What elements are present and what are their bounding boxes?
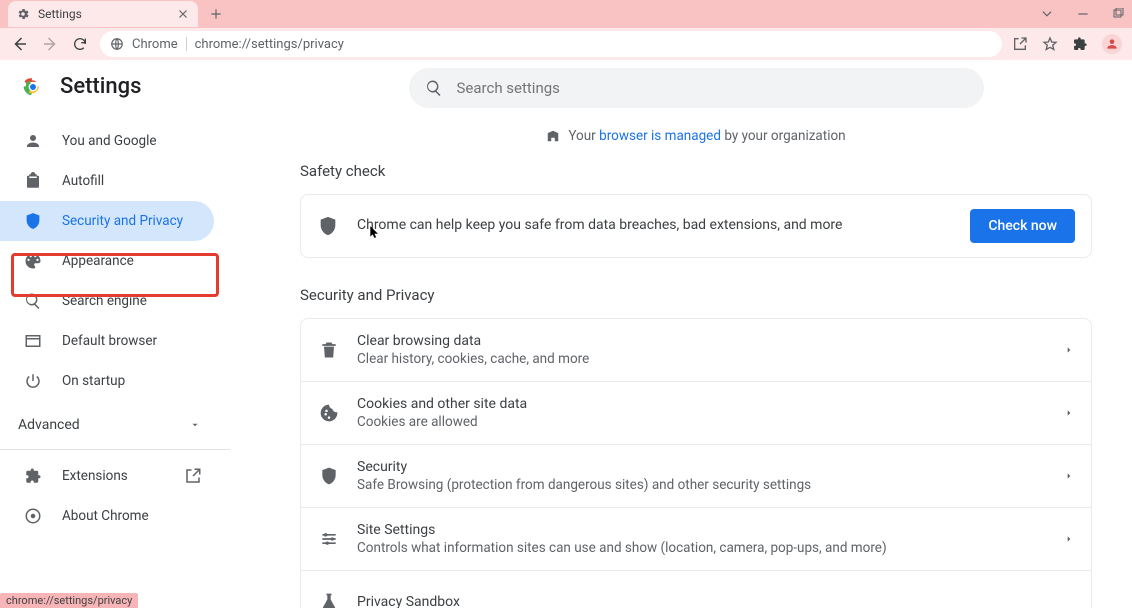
new-tab-button[interactable]: [204, 2, 228, 26]
row-sub: Controls what information sites can use …: [357, 540, 1047, 556]
sidebar-item-label: Autofill: [62, 173, 104, 189]
sidebar-item-appearance[interactable]: Appearance: [0, 241, 214, 281]
minimize-icon[interactable]: [1076, 7, 1090, 21]
page-title: Settings: [60, 74, 141, 99]
search-icon: [24, 292, 42, 310]
safety-check-card: Chrome can help keep you safe from data …: [300, 194, 1092, 258]
sidebar-item-search-engine[interactable]: Search engine: [0, 281, 214, 321]
advanced-toggle[interactable]: Advanced: [0, 401, 230, 443]
puzzle-icon[interactable]: [1072, 36, 1088, 52]
open-in-new-icon: [184, 467, 202, 485]
row-site-settings[interactable]: Site Settings Controls what information …: [301, 507, 1091, 570]
chevron-down-icon[interactable]: [1040, 7, 1054, 21]
row-sub: Clear history, cookies, cache, and more: [357, 351, 1047, 367]
trash-icon: [319, 340, 339, 360]
person-icon: [24, 132, 42, 150]
sidebar-item-label: You and Google: [62, 133, 157, 149]
privacy-list: Clear browsing data Clear history, cooki…: [300, 318, 1092, 608]
arrow-left-icon: [11, 35, 29, 53]
chevron-right-icon: [1065, 407, 1073, 419]
sidebar-item-on-startup[interactable]: On startup: [0, 361, 214, 401]
search-settings[interactable]: [409, 68, 984, 108]
flask-icon: [319, 592, 339, 608]
cookie-icon: [319, 403, 339, 423]
row-title: Site Settings: [357, 522, 1047, 538]
row-title: Cookies and other site data: [357, 396, 1047, 412]
browser-tab[interactable]: Settings: [8, 1, 198, 27]
row-title: Clear browsing data: [357, 333, 1047, 349]
sidebar-item-extensions[interactable]: Extensions: [0, 456, 214, 496]
sidebar-item-label: Appearance: [62, 253, 134, 269]
sidebar-item-label: Security and Privacy: [62, 213, 183, 229]
clipboard-icon: [24, 172, 42, 190]
row-title: Security: [357, 459, 1047, 475]
sidebar-item-security-and-privacy[interactable]: Security and Privacy: [0, 201, 214, 241]
arrow-right-icon: [41, 35, 59, 53]
sidebar-item-label: Search engine: [62, 293, 147, 309]
palette-icon: [24, 252, 42, 270]
sidebar-item-label: Default browser: [62, 333, 157, 349]
caret-down-icon: [190, 420, 200, 430]
puzzle-icon: [24, 467, 42, 485]
section-heading-safety: Safety check: [300, 162, 1092, 180]
power-icon: [24, 372, 42, 390]
window-icon: [24, 332, 42, 350]
sidebar-item-about-chrome[interactable]: About Chrome: [0, 496, 214, 536]
safety-check-text: Chrome can help keep you safe from data …: [357, 216, 952, 236]
status-strip: chrome://settings/privacy: [0, 593, 138, 608]
row-privacy-sandbox[interactable]: Privacy Sandbox: [301, 570, 1091, 608]
globe-icon: [110, 37, 124, 51]
sidebar-item-label: About Chrome: [62, 508, 149, 524]
shield-check-icon: [317, 215, 339, 237]
row-clear-browsing-data[interactable]: Clear browsing data Clear history, cooki…: [301, 319, 1091, 381]
row-sub: Cookies are allowed: [357, 414, 1047, 430]
share-icon[interactable]: [1012, 36, 1028, 52]
reload-icon: [72, 36, 88, 52]
address-chip: Chrome: [132, 37, 178, 52]
chrome-small-icon: [24, 507, 42, 525]
sidebar-item-label: On startup: [62, 373, 125, 389]
managed-link[interactable]: browser is managed: [599, 128, 721, 144]
tab-title: Settings: [38, 7, 82, 21]
shield-icon: [24, 212, 42, 230]
advanced-label: Advanced: [18, 417, 80, 433]
address-url: chrome://settings/privacy: [195, 37, 344, 52]
section-heading-privacy: Security and Privacy: [300, 286, 1092, 304]
close-icon[interactable]: [176, 7, 190, 21]
sliders-icon: [319, 529, 339, 549]
maximize-icon[interactable]: [1112, 8, 1124, 20]
star-icon[interactable]: [1042, 36, 1058, 52]
plus-icon: [209, 7, 223, 21]
sidebar-item-label: Extensions: [62, 468, 128, 484]
row-title: Privacy Sandbox: [357, 594, 1073, 608]
row-cookies[interactable]: Cookies and other site data Cookies are …: [301, 381, 1091, 444]
avatar[interactable]: [1102, 34, 1122, 54]
row-security[interactable]: Security Safe Browsing (protection from …: [301, 444, 1091, 507]
brand: Settings: [0, 74, 230, 99]
chevron-right-icon: [1065, 470, 1073, 482]
chrome-icon: [22, 76, 44, 98]
check-now-button[interactable]: Check now: [970, 209, 1075, 243]
address-bar[interactable]: Chrome chrome://settings/privacy: [100, 31, 1002, 57]
sidebar-item-default-browser[interactable]: Default browser: [0, 321, 214, 361]
managed-notice: Your browser is managed by your organiza…: [300, 128, 1092, 144]
building-icon: [546, 129, 560, 143]
search-input[interactable]: [457, 79, 968, 97]
sidebar-item-you-and-google[interactable]: You and Google: [0, 121, 214, 161]
reload-button[interactable]: [70, 34, 90, 54]
person-icon: [1105, 37, 1119, 51]
chevron-right-icon: [1065, 344, 1073, 356]
forward-button[interactable]: [40, 34, 60, 54]
gear-icon: [16, 7, 30, 21]
row-sub: Safe Browsing (protection from dangerous…: [357, 477, 1047, 493]
sidebar-item-autofill[interactable]: Autofill: [0, 161, 214, 201]
back-button[interactable]: [10, 34, 30, 54]
shield-icon: [319, 466, 339, 486]
chevron-right-icon: [1065, 533, 1073, 545]
search-icon: [425, 79, 443, 97]
